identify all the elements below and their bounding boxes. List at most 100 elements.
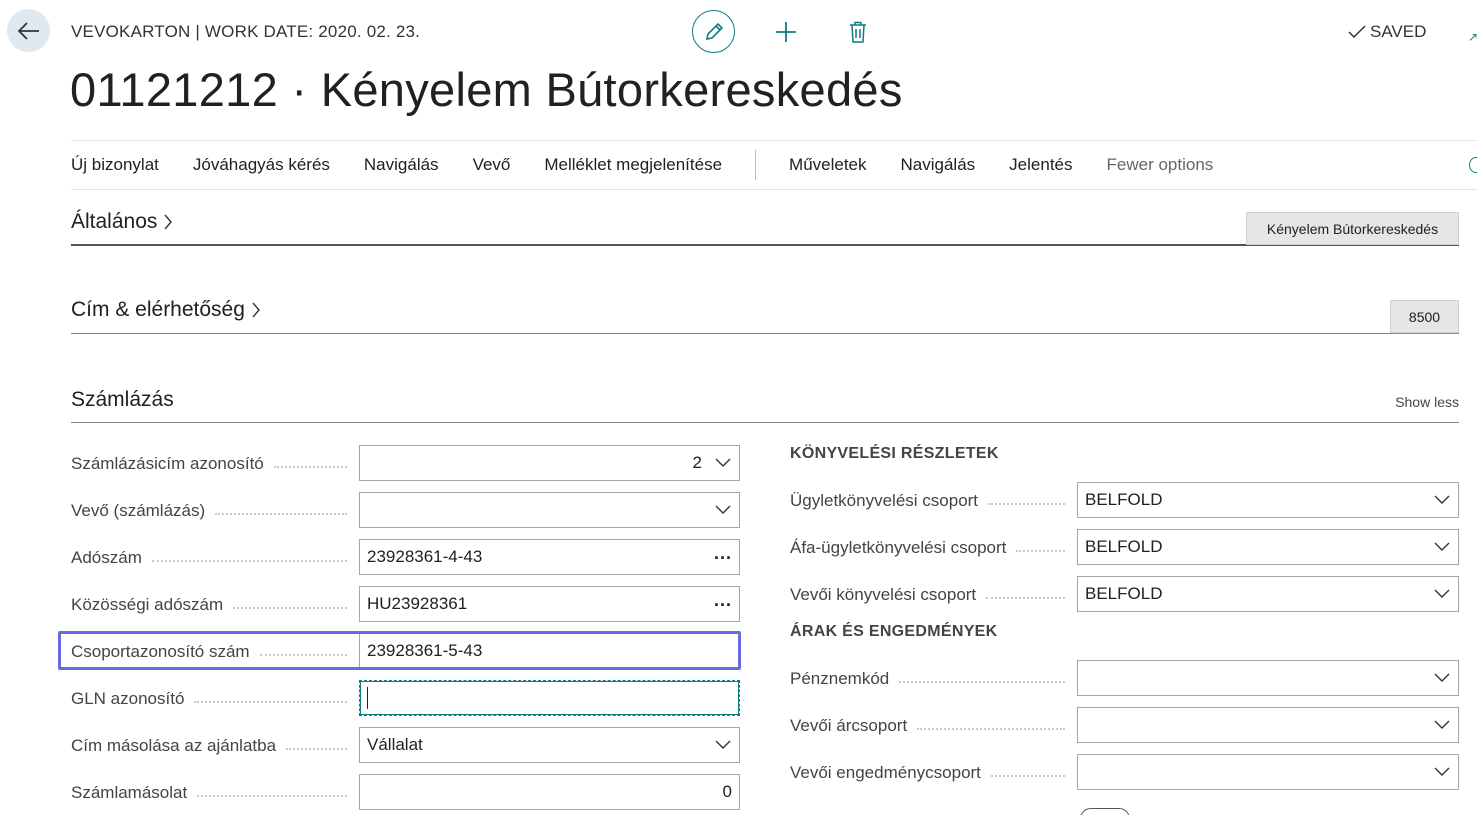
fasttab-address-header[interactable]: Cím & elérhetőség <box>71 298 1459 322</box>
fasttab-invoicing-title[interactable]: Számlázás <box>71 388 1459 412</box>
field-value: Vállalat <box>367 735 423 754</box>
currency-code-dropdown[interactable] <box>1077 660 1459 696</box>
delete-button[interactable] <box>846 18 870 46</box>
tax-number-input[interactable]: 23928361-4-43 ... <box>359 539 740 575</box>
prices-discounts-heading: ÁRAK ÉS ENGEDMÉNYEK <box>790 623 998 640</box>
billing-address-code-dropdown[interactable]: 2 <box>359 445 740 481</box>
trash-icon <box>850 21 866 43</box>
chevron-down-icon <box>1433 767 1451 777</box>
chevron-down-icon <box>714 505 732 515</box>
chevron-down-icon <box>714 458 732 468</box>
action-bar: Új bizonylat Jóváhagyás kérés Navigálás … <box>71 140 1477 190</box>
more-options-icon[interactable]: ... <box>714 591 732 609</box>
bill-to-customer-dropdown[interactable] <box>359 492 740 528</box>
field-currency-code: Pénznemkód <box>790 667 1077 691</box>
field-value: HU23928361 <box>367 594 468 613</box>
field-label: Cím másolása az ajánlatba <box>71 736 277 755</box>
field-value: BELFOLD <box>1085 537 1163 556</box>
page-title: 01121212 · Kényelem Bútorkereskedés <box>70 63 903 116</box>
chevron-right-icon <box>164 214 173 230</box>
search-icon[interactable] <box>1469 157 1477 173</box>
field-value: 0 <box>722 782 732 801</box>
action-actions[interactable]: Műveletek <box>789 155 866 175</box>
fasttab-address-summary: 8500 <box>1390 300 1459 333</box>
field-eu-tax-number: Közösségi adószám <box>71 593 359 617</box>
fewer-options-button[interactable]: Fewer options <box>1107 155 1214 175</box>
eu-tax-number-input[interactable]: HU23928361 ... <box>359 586 740 622</box>
field-label: Számlamásolat <box>71 783 188 802</box>
chevron-down-icon <box>1433 542 1451 552</box>
field-customer-price-group: Vevői árcsoport <box>790 714 1077 738</box>
expand-icon[interactable]: ↗ <box>1468 30 1477 44</box>
action-navigate[interactable]: Navigálás <box>364 155 439 175</box>
pencil-icon <box>705 22 723 40</box>
field-label: Ügyletkönyvelési csoport <box>790 491 979 510</box>
edit-button[interactable] <box>692 10 735 53</box>
vat-bus-posting-group-dropdown[interactable]: BELFOLD <box>1077 529 1459 565</box>
field-label: Vevői árcsoport <box>790 716 908 735</box>
field-value: BELFOLD <box>1085 584 1163 603</box>
customer-price-group-dropdown[interactable] <box>1077 707 1459 743</box>
field-label: Közösségi adószám <box>71 595 224 614</box>
action-show-attachment[interactable]: Melléklet megjelenítése <box>544 155 722 175</box>
text-cursor <box>367 687 368 709</box>
gln-input[interactable] <box>359 680 740 716</box>
field-label: Áfa-ügyletkönyvelési csoport <box>790 538 1007 557</box>
field-label: Számlázásicím azonosító <box>71 454 264 473</box>
field-gln: GLN azonosító <box>71 687 359 711</box>
back-button[interactable] <box>7 9 50 52</box>
customer-disc-group-dropdown[interactable] <box>1077 754 1459 790</box>
field-label: Vevői engedménycsoport <box>790 763 981 782</box>
action-new-document[interactable]: Új bizonylat <box>71 155 159 175</box>
action-navigate-2[interactable]: Navigálás <box>901 155 976 175</box>
field-value: 23928361-4-43 <box>367 547 483 566</box>
field-gen-bus-posting-group: Ügyletkönyvelési csoport <box>790 489 1077 513</box>
fasttab-general: Általános Kényelem Bútorkereskedés <box>71 210 1459 246</box>
highlight-box <box>58 631 741 670</box>
saved-label: SAVED <box>1370 22 1427 41</box>
fasttab-invoicing: Számlázás Show less <box>71 388 1459 423</box>
field-customer-posting-group: Vevői könyvelési csoport <box>790 583 1077 607</box>
field-label: GLN azonosító <box>71 689 185 708</box>
customer-posting-group-dropdown[interactable]: BELFOLD <box>1077 576 1459 612</box>
field-billing-address-code: Számlázásicím azonosító <box>71 452 359 476</box>
posting-details-heading: KÖNYVELÉSI RÉSZLETEK <box>790 445 999 462</box>
fasttab-general-title: Általános <box>71 210 158 233</box>
field-value: 2 <box>692 453 702 472</box>
field-invoice-copies: Számlamásolat <box>71 781 359 805</box>
more-options-icon[interactable]: ... <box>714 544 732 562</box>
chevron-down-icon <box>1433 720 1451 730</box>
field-vat-bus-posting-group: Áfa-ügyletkönyvelési csoport <box>790 536 1077 560</box>
gen-bus-posting-group-dropdown[interactable]: BELFOLD <box>1077 482 1459 518</box>
plus-icon <box>776 22 796 42</box>
action-customer[interactable]: Vevő <box>473 155 511 175</box>
page-caption: VEVOKARTON | WORK DATE: 2020. 02. 23. <box>71 22 421 41</box>
checkmark-icon <box>1348 25 1366 39</box>
field-tax-number: Adószám <box>71 546 359 570</box>
toggle-switch[interactable] <box>1080 808 1130 815</box>
field-copy-address-to-quote: Cím másolása az ajánlatba <box>71 734 359 758</box>
copy-address-dropdown[interactable]: Vállalat <box>359 727 740 763</box>
show-less-button[interactable]: Show less <box>1395 394 1459 410</box>
field-value: BELFOLD <box>1085 490 1163 509</box>
field-bill-to-customer: Vevő (számlázás) <box>71 499 359 523</box>
fasttab-general-summary: Kényelem Bútorkereskedés <box>1246 212 1459 245</box>
action-report[interactable]: Jelentés <box>1009 155 1072 175</box>
saved-status: SAVED <box>1348 22 1426 42</box>
field-label: Adószám <box>71 548 142 567</box>
chevron-down-icon <box>714 740 732 750</box>
arrow-left-icon <box>17 21 39 40</box>
fasttab-address: Cím & elérhetőség 8500 <box>71 298 1459 334</box>
field-label: Pénznemkód <box>790 669 890 688</box>
new-button[interactable] <box>772 18 800 46</box>
field-label: Vevői könyvelési csoport <box>790 585 977 604</box>
chevron-down-icon <box>1433 589 1451 599</box>
fasttab-address-title: Cím & elérhetőség <box>71 298 245 321</box>
chevron-right-icon <box>252 302 260 318</box>
chevron-down-icon <box>1433 495 1451 505</box>
invoice-copies-input[interactable]: 0 <box>359 774 740 810</box>
field-label: Vevő (számlázás) <box>71 501 206 520</box>
action-divider <box>755 150 757 180</box>
action-request-approval[interactable]: Jóváhagyás kérés <box>193 155 330 175</box>
field-customer-disc-group: Vevői engedménycsoport <box>790 761 1077 785</box>
